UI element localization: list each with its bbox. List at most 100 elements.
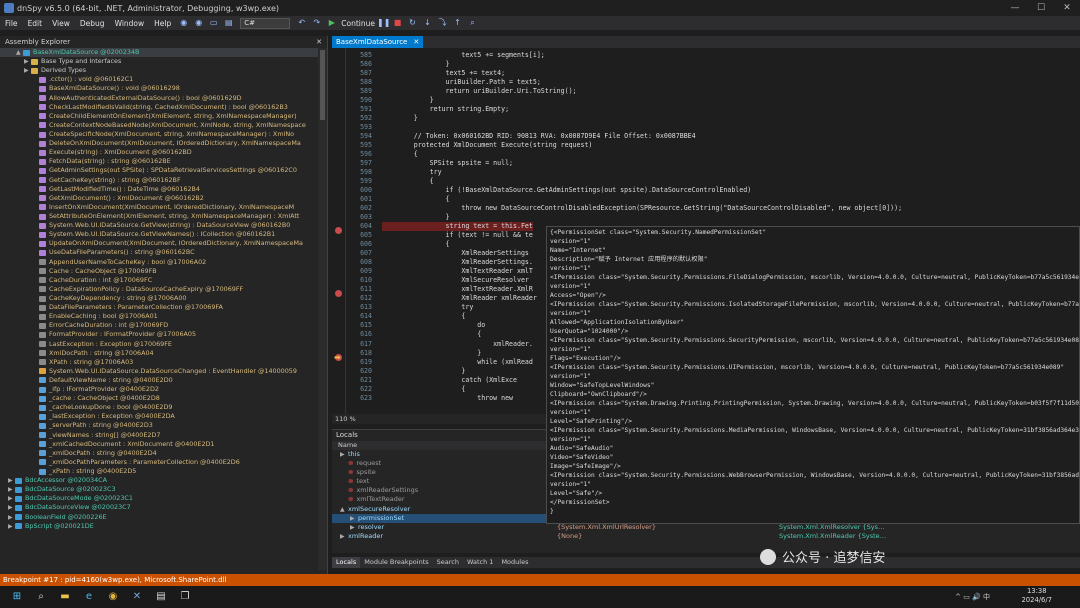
tree-item[interactable]: GetCacheKey(string) : string @060162BF [0,176,318,185]
step-over-icon[interactable]: ⤵ [437,18,448,28]
code-line[interactable]: 597 SPSite spsite = null; [346,159,1080,168]
language-select[interactable]: C# [240,17,291,29]
code-line[interactable]: 599 { [346,177,1080,186]
tree-item[interactable]: GetXmlDocument() : XmlDocument @060162B2 [0,194,318,203]
expander-icon[interactable]: ▶ [340,532,348,541]
tree-item[interactable]: GetLastModifiedTime() : DateTime @060162… [0,185,318,194]
tree-item[interactable]: _ifp : IFormatProvider @0400E2D2 [0,385,318,394]
tree-item[interactable]: ▲ BaseXmlDataSource @0200234B [0,48,318,58]
tree-item[interactable]: _xmlDocPath : string @0400E2D4 [0,449,318,458]
locals-row[interactable]: ▶ resolver {System.Xml.XmlUrlResolver} Syst… [332,523,1080,532]
tree-item[interactable]: ▶ BdcDataSource @020023C3 [0,485,318,494]
search-icon[interactable]: ⌕ [467,18,478,28]
tree-item[interactable]: DataFileParameters : ParameterCollection… [0,303,318,312]
tab-locals[interactable]: Locals [332,557,361,568]
expander-icon[interactable]: ▶ [340,450,348,459]
tree-item[interactable]: ▶ BdcDataSourceView @020023C7 [0,503,318,512]
notepad-icon[interactable]: ▤ [152,590,170,604]
code-line[interactable]: 603 } [346,213,1080,222]
tab-search[interactable]: Search [433,557,463,568]
file-explorer-icon[interactable]: ▬ [56,590,74,604]
expander-icon[interactable]: ▶ [8,485,15,494]
tree-scrollbar[interactable] [318,48,327,570]
tree-item[interactable]: CreateSpecificNode(XmlDocument, string, … [0,130,318,139]
chrome-icon[interactable]: ◉ [104,590,122,604]
menu-view[interactable]: View [47,19,75,28]
tree-item[interactable]: CacheExpirationPolicy : DataSourceCacheE… [0,285,318,294]
tree-item[interactable]: EnableCaching : bool @17006A01 [0,312,318,321]
tree-item[interactable]: CreateChildElementOnElement(XmlElement, … [0,112,318,121]
open-icon[interactable]: ▭ [208,18,219,28]
ime-indicator[interactable]: 中 [983,593,990,601]
tree-item[interactable]: CacheDuration : int @170069FC [0,276,318,285]
undo-icon[interactable]: ↶ [296,18,307,28]
breakpoint-gutter[interactable]: ➡ [332,48,346,414]
continue-button[interactable]: Continue [341,19,375,28]
tree-item[interactable]: FetchData(string) : string @060162BE [0,157,318,166]
assembly-tree[interactable]: ▲ BaseXmlDataSource @0200234B ▶ Base Type a… [0,48,318,570]
menu-file[interactable]: File [0,19,23,28]
minimize-button[interactable]: — [1002,3,1028,13]
expander-icon[interactable]: ▶ [8,476,15,485]
locals-row[interactable]: ▶ xmlReader {None} System.Xml.XmlReader {Sy… [332,532,1080,541]
tree-item[interactable]: LastException : Exception @170069FE [0,340,318,349]
step-into-icon[interactable]: ↓ [422,18,433,28]
tree-item[interactable]: InsertOnXmlDocument(XmlDocument, IOrdere… [0,203,318,212]
tree-item[interactable]: GetAdminSettings(out SPSite) : SPDataRet… [0,166,318,175]
locals-column-name[interactable]: Name [332,441,557,450]
code-line[interactable]: 587 text5 += text4; [346,69,1080,78]
expander-icon[interactable]: ▶ [350,514,358,523]
tree-item[interactable]: _cache : CacheObject @0400E2D8 [0,394,318,403]
code-line[interactable]: 591 return string.Empty; [346,105,1080,114]
tree-item[interactable]: _lastException : Exception @0400E2DA [0,412,318,421]
tree-item[interactable]: XPath : string @17006A03 [0,358,318,367]
search-taskbar-icon[interactable]: ⌕ [32,590,50,604]
tree-item[interactable]: DeleteOnXmlDocument(XmlDocument, IOrdere… [0,139,318,148]
step-out-icon[interactable]: ↑ [452,18,463,28]
save-icon[interactable]: ▤ [223,18,234,28]
tree-item[interactable]: Cache : CacheObject @170069FB [0,267,318,276]
code-line[interactable]: 585 text5 += segments[i]; [346,51,1080,60]
code-line[interactable]: 602 throw new DataSourceControlDisabledE… [346,204,1080,213]
code-line[interactable]: 600 if (!BaseXmlDataSource.GetAdminSetti… [346,186,1080,195]
code-line[interactable]: 594 // Token: 0x060162BD RID: 90813 RVA:… [346,132,1080,141]
tree-item[interactable]: CheckLastModifiedIsValid(string, CachedX… [0,103,318,112]
stop-icon[interactable]: ■ [392,18,403,28]
tree-item[interactable]: System.Web.UI.IDataSource.DataSourceChan… [0,367,318,376]
dnspy-task-icon[interactable]: ✕ [128,590,146,604]
code-line[interactable]: 588 uriBuilder.Path = text5; [346,78,1080,87]
code-line[interactable]: 592 } [346,114,1080,123]
tree-item[interactable]: ▶ Base Type and Interfaces [0,57,318,66]
tree-item[interactable]: ▶ BdcDataSourceMode @020023C1 [0,494,318,503]
pause-icon[interactable]: ❚❚ [377,18,390,28]
menu-window[interactable]: Window [110,19,150,28]
expander-icon[interactable]: ▶ [350,523,358,532]
tab-module-breakpoints[interactable]: Module Breakpoints [360,557,432,568]
menu-edit[interactable]: Edit [23,19,48,28]
tree-item[interactable]: ▶ BpScript @020021DE [0,522,318,531]
expander-icon[interactable]: ▶ [8,494,15,503]
tree-item[interactable]: _viewNames : string[] @0400E2D7 [0,431,318,440]
code-line[interactable]: 598 try [346,168,1080,177]
close-tab-icon[interactable]: ✕ [413,36,419,48]
code-line[interactable]: 593 [346,123,1080,132]
redo-icon[interactable]: ↷ [311,18,322,28]
system-tray[interactable]: ^ ▭ 🔊 中 [955,592,990,602]
tree-item[interactable]: ▶ BooleanField @0200226E [0,513,318,522]
tree-item[interactable]: _xmlDocPathParameters : ParameterCollect… [0,458,318,467]
tree-item[interactable]: .cctor() : void @060162C1 [0,75,318,84]
code-line[interactable]: 589 return uriBuilder.Uri.ToString(); [346,87,1080,96]
tree-item[interactable]: _cacheLookupDone : bool @0400E2D9 [0,403,318,412]
tree-item[interactable]: ▶ BdcAccessor @020034CA [0,476,318,485]
close-button[interactable]: ✕ [1054,3,1080,13]
tree-item[interactable]: _serverPath : string @0400E2D3 [0,421,318,430]
tree-item[interactable]: CreateContextNodeBasedNode(XmlDocument, … [0,121,318,130]
code-line[interactable]: 590 } [346,96,1080,105]
tab-basexmldatasource[interactable]: BaseXmlDataSource ✕ [332,36,424,48]
tree-item[interactable]: UseDataFileParameters() : string @060162… [0,248,318,257]
breakpoint-icon[interactable] [335,227,342,234]
tree-item[interactable]: ▶ Derived Types [0,66,318,75]
tree-item[interactable]: FormatProvider : IFormatProvider @17006A… [0,330,318,339]
back-icon[interactable]: ◉ [178,18,189,28]
code-line[interactable]: 601 { [346,195,1080,204]
